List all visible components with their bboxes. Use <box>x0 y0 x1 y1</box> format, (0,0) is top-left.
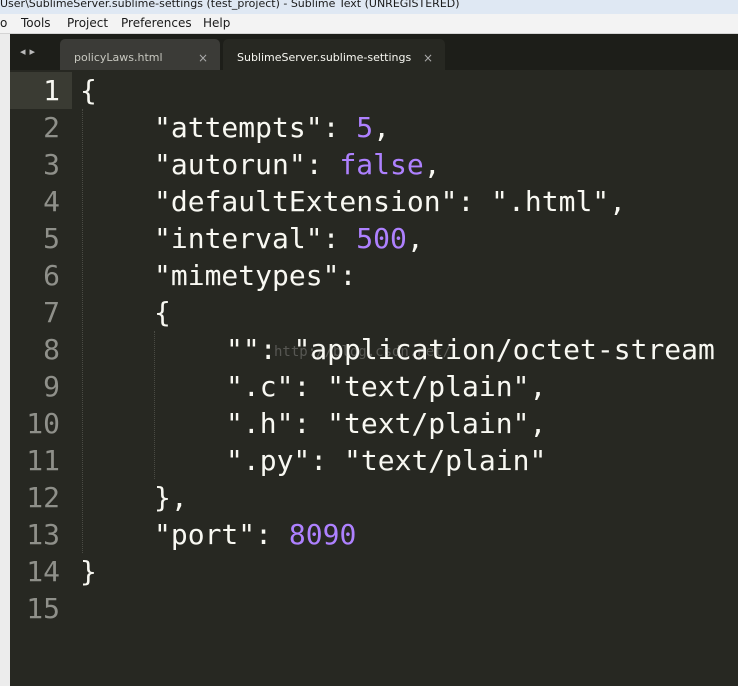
watermark-text: http://blog.csdn.net/ <box>274 344 452 360</box>
tab-sublimeserver-settings[interactable]: SublimeServer.sublime-settings × <box>223 39 445 70</box>
line-number: 11 <box>26 444 60 477</box>
tab-bar: ◂ ▸ policyLaws.html × SublimeServer.subli… <box>10 34 738 70</box>
tab-close-icon[interactable]: × <box>423 51 433 65</box>
line-number: 14 <box>26 555 60 588</box>
line-number: 10 <box>26 407 60 440</box>
tab-label: SublimeServer.sublime-settings <box>237 51 412 64</box>
code-line-14: } <box>80 555 97 588</box>
menu-item-help[interactable]: Help <box>203 16 230 30</box>
code-area[interactable]: { "attempts": 5, "autorun": false, "defa… <box>80 70 738 662</box>
code-line-7: { <box>154 296 171 329</box>
code-line-6: "mimetypes": <box>154 259 357 292</box>
line-number: 7 <box>43 296 60 329</box>
code-line-1: { <box>80 74 97 107</box>
tab-label: policyLaws.html <box>74 51 163 64</box>
code-line-5: "interval": 500, <box>154 222 424 255</box>
line-number: 13 <box>26 518 60 551</box>
tab-policylaws[interactable]: policyLaws.html × <box>60 39 220 70</box>
tab-scroll-right-icon[interactable]: ▸ <box>30 45 36 58</box>
menu-bar: o Tools Project Preferences Help <box>0 14 738 34</box>
code-line-10: ".h": "text/plain", <box>226 407 547 440</box>
code-line-13: "port": 8090 <box>154 518 357 551</box>
menu-item-tools[interactable]: Tools <box>21 16 51 30</box>
tab-scroll-left-icon[interactable]: ◂ <box>20 45 26 58</box>
line-number: 8 <box>43 333 60 366</box>
line-number: 4 <box>43 185 60 218</box>
menu-item-truncated[interactable]: o <box>0 16 7 30</box>
editor-pane[interactable]: 1 2 3 4 5 6 7 8 9 10 11 12 13 14 15 { "a… <box>10 70 738 686</box>
tab-navigation: ◂ ▸ <box>20 45 39 58</box>
line-number: 6 <box>43 259 60 292</box>
code-line-11: ".py": "text/plain" <box>226 444 547 477</box>
code-line-4: "defaultExtension": ".html", <box>154 185 627 218</box>
line-number: 9 <box>43 370 60 403</box>
line-number-gutter: 1 2 3 4 5 6 7 8 9 10 11 12 13 14 15 <box>10 70 72 686</box>
menu-item-preferences[interactable]: Preferences <box>121 16 192 30</box>
code-line-3: "autorun": false, <box>154 148 441 181</box>
menu-item-project[interactable]: Project <box>67 16 108 30</box>
window-title: User\SublimeServer.sublime-settings (tes… <box>0 0 460 10</box>
window-left-edge <box>0 34 10 686</box>
tab-close-icon[interactable]: × <box>198 51 208 65</box>
line-number: 15 <box>26 592 60 625</box>
window-title-bar: User\SublimeServer.sublime-settings (tes… <box>0 0 738 14</box>
line-number: 5 <box>43 222 60 255</box>
line-number: 3 <box>43 148 60 181</box>
code-line-9: ".c": "text/plain", <box>226 370 547 403</box>
code-line-12: }, <box>154 481 188 514</box>
code-line-2: "attempts": 5, <box>154 111 391 144</box>
line-number: 1 <box>43 74 60 107</box>
line-number: 2 <box>43 111 60 144</box>
line-number: 12 <box>26 481 60 514</box>
